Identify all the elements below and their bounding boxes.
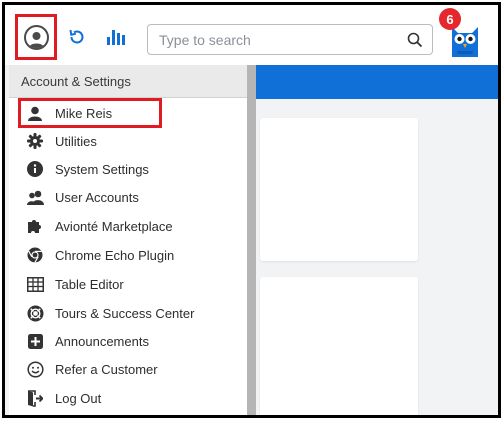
menu-item-label: Announcements	[55, 333, 149, 349]
app-window: 6 Account & Settings Mike Reis	[2, 2, 501, 418]
menu-item-utilities[interactable]: Utilities	[9, 127, 247, 155]
menu-item-label: System Settings	[55, 161, 149, 177]
top-toolbar: 6	[5, 5, 498, 65]
menu-item-label: Avionté Marketplace	[55, 218, 173, 234]
profile-avatar-icon	[23, 24, 49, 50]
puzzle-icon	[26, 217, 44, 235]
page-header-band	[255, 65, 498, 99]
account-settings-dropdown: Account & Settings Mike Reis Utilities S…	[9, 65, 256, 415]
menu-item-label: Utilities	[55, 133, 97, 149]
menu-item-announcements[interactable]: Announcements	[9, 327, 247, 355]
refresh-icon[interactable]	[67, 27, 87, 47]
smile-icon	[26, 360, 44, 378]
chrome-icon	[26, 246, 44, 264]
content-card	[260, 277, 418, 415]
menu-item-label: Log Out	[55, 390, 102, 406]
info-icon	[26, 160, 44, 178]
menu-item-refer-customer[interactable]: Refer a Customer	[9, 355, 247, 383]
notifications-button[interactable]: 6	[438, 7, 488, 63]
table-icon	[26, 275, 44, 293]
search-input[interactable]	[159, 31, 399, 48]
menu-item-chrome-plugin[interactable]: Chrome Echo Plugin	[9, 241, 247, 269]
search-field[interactable]	[147, 24, 433, 55]
profile-button[interactable]	[15, 14, 57, 60]
menu-item-label: Tours & Success Center	[55, 305, 195, 321]
menu-item-table-editor[interactable]: Table Editor	[9, 270, 247, 298]
menu-item-profile[interactable]: Mike Reis	[9, 99, 247, 127]
users-icon	[26, 188, 44, 206]
dropdown-header: Account & Settings	[9, 65, 247, 98]
menu-item-logout[interactable]: Log Out	[9, 384, 247, 412]
menu-item-label: Mike Reis	[55, 105, 113, 121]
lifebuoy-icon	[26, 304, 44, 322]
menu-item-label: Refer a Customer	[55, 361, 158, 377]
menu-item-label: User Accounts	[55, 189, 139, 205]
content-card	[260, 118, 418, 261]
plus-square-icon	[26, 332, 44, 350]
menu-item-tours-success[interactable]: Tours & Success Center	[9, 299, 247, 327]
menu-item-system-settings[interactable]: System Settings	[9, 155, 247, 183]
gear-icon	[26, 132, 44, 150]
menu-item-label: Table Editor	[55, 276, 124, 292]
search-icon[interactable]	[407, 32, 423, 48]
menu-item-user-accounts[interactable]: User Accounts	[9, 183, 247, 211]
user-icon	[26, 104, 44, 122]
menu-item-label: Chrome Echo Plugin	[55, 247, 175, 263]
bar-chart-icon[interactable]	[105, 27, 127, 47]
menu-item-marketplace[interactable]: Avionté Marketplace	[9, 212, 247, 240]
logout-icon	[26, 389, 44, 407]
notification-badge: 6	[439, 8, 461, 30]
